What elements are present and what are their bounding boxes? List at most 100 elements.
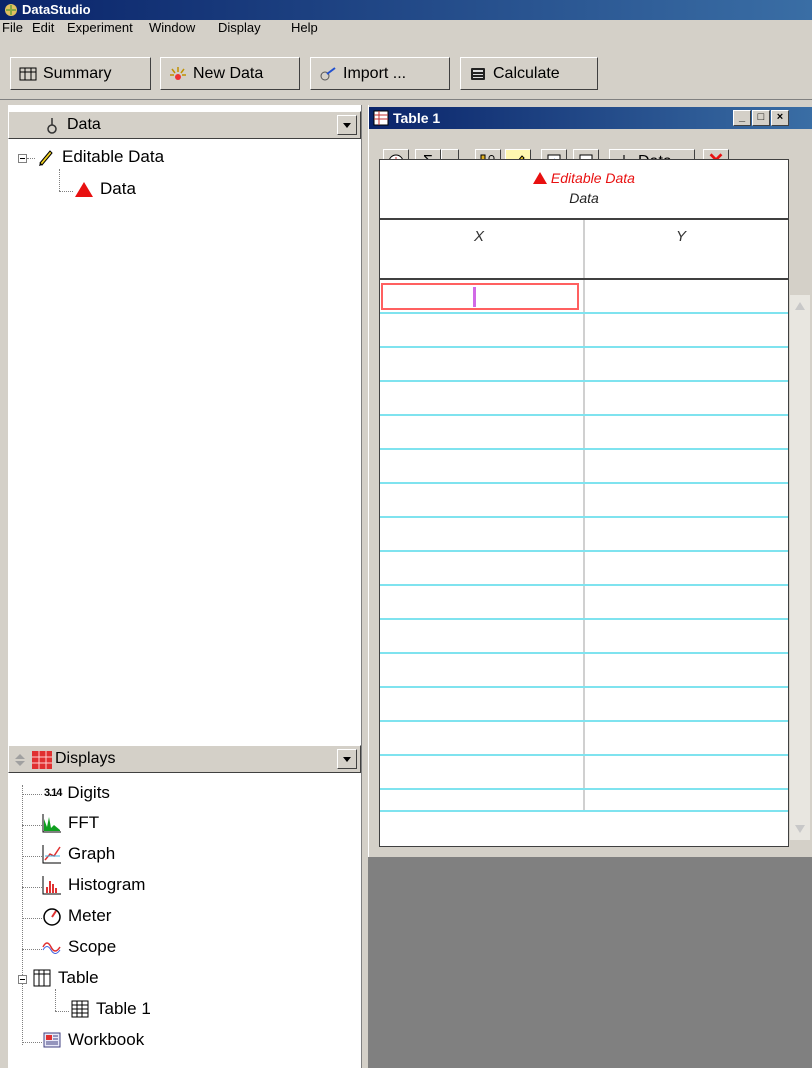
table-rows — [380, 280, 788, 846]
display-item-scope[interactable]: Scope — [42, 937, 116, 957]
table-row[interactable] — [380, 450, 788, 484]
display-item-table-1[interactable]: Table 1 — [70, 999, 151, 1019]
left-panel: Data Editable Data Data Displays 3.14 Di… — [8, 105, 362, 1068]
pencil-icon — [39, 150, 53, 166]
meter-icon — [43, 908, 61, 926]
menu-window[interactable]: Window — [149, 20, 195, 35]
display-item-label: Table — [58, 968, 99, 987]
display-item-meter[interactable]: Meter — [42, 906, 111, 926]
menu-file[interactable]: File — [2, 20, 23, 35]
vertical-scrollbar[interactable] — [790, 295, 810, 840]
collapse-icon[interactable] — [18, 975, 27, 984]
table-row[interactable] — [380, 552, 788, 586]
column-header-y[interactable]: Y — [676, 228, 686, 245]
table-row[interactable] — [380, 518, 788, 552]
histogram-icon — [42, 876, 61, 895]
display-item-table[interactable]: Table — [32, 968, 99, 988]
display-item-label: Graph — [68, 844, 116, 863]
table-row[interactable] — [380, 790, 788, 812]
table-row[interactable] — [380, 416, 788, 450]
menu-edit[interactable]: Edit — [32, 20, 54, 35]
data-tree: Editable Data Data — [8, 145, 361, 225]
data-panel-header[interactable]: Data — [8, 111, 361, 139]
tree-item-data[interactable]: Data — [74, 179, 136, 199]
app-title-bar[interactable]: DataStudio — [0, 0, 812, 20]
scroll-down-arrow-icon[interactable] — [794, 824, 806, 834]
table-window-title-bar[interactable]: Table 1 _ □ × — [369, 107, 812, 129]
table-window-icon — [373, 110, 389, 126]
new-data-label: New Data — [193, 64, 264, 82]
displays-tree: 3.14 Digits FFT Graph Histogram Meter Sc… — [8, 779, 361, 1068]
calculate-button[interactable]: Calculate — [460, 57, 598, 90]
maximize-button[interactable]: □ — [752, 110, 770, 126]
calculate-label: Calculate — [493, 64, 560, 82]
displays-panel-header[interactable]: Displays — [8, 745, 361, 773]
datastudio-logo-icon — [5, 4, 17, 16]
new-data-button[interactable]: New Data — [160, 57, 300, 90]
table-row[interactable] — [380, 586, 788, 620]
close-window-button[interactable]: × — [771, 110, 789, 126]
table-icon — [33, 969, 51, 987]
table-source-header: Editable Data Data — [380, 160, 788, 220]
display-item-digits[interactable]: 3.14 Digits — [44, 783, 110, 803]
table-row[interactable] — [380, 620, 788, 654]
table-row[interactable] — [380, 484, 788, 518]
table-row[interactable] — [380, 722, 788, 756]
display-item-workbook[interactable]: Workbook — [42, 1030, 144, 1050]
table-icon — [71, 1000, 89, 1018]
table-window: Table 1 _ □ × Σ ▼ Data ▼ — [368, 105, 812, 857]
workspace-background — [368, 857, 812, 1068]
import-icon — [320, 66, 336, 80]
summary-icon — [19, 67, 37, 80]
graph-icon — [42, 845, 61, 864]
display-item-label: FFT — [68, 813, 100, 832]
table-row[interactable] — [380, 688, 788, 722]
table-row[interactable] — [380, 314, 788, 348]
selected-cell-input[interactable] — [381, 283, 579, 310]
tree-item-label: Editable Data — [62, 147, 165, 166]
collapse-arrows-icon — [15, 754, 25, 766]
displays-panel-title: Displays — [55, 750, 116, 767]
fft-icon — [42, 814, 61, 833]
column-headers: X Y — [380, 220, 788, 280]
table-row[interactable] — [380, 756, 788, 790]
summary-label: Summary — [43, 64, 112, 82]
display-item-fft[interactable]: FFT — [42, 813, 99, 833]
tree-item-editable-data[interactable]: Editable Data — [36, 147, 164, 167]
calculator-icon — [471, 67, 485, 80]
scope-icon — [42, 942, 61, 954]
workbook-icon — [43, 1032, 61, 1048]
menu-help[interactable]: Help — [291, 20, 318, 35]
red-triangle-icon — [533, 172, 548, 184]
data-source-icon — [47, 118, 57, 134]
minimize-button[interactable]: _ — [733, 110, 751, 126]
source-name-row: Editable Data — [380, 170, 788, 186]
source-subtitle: Data — [569, 190, 599, 206]
table-row[interactable] — [380, 348, 788, 382]
red-triangle-icon — [75, 182, 93, 197]
data-panel-dropdown-arrow[interactable] — [337, 115, 357, 135]
display-item-label: Workbook — [68, 1030, 145, 1049]
summary-button[interactable]: Summary — [10, 57, 151, 90]
table-row[interactable] — [380, 654, 788, 688]
collapse-icon[interactable] — [18, 154, 27, 163]
tree-item-label: Data — [100, 179, 136, 198]
display-item-histogram[interactable]: Histogram — [42, 875, 145, 895]
column-header-x[interactable]: X — [474, 228, 484, 245]
scroll-up-arrow-icon[interactable] — [794, 301, 806, 311]
display-item-graph[interactable]: Graph — [42, 844, 115, 864]
menu-bar: File Edit Experiment Window Display Help — [0, 20, 812, 37]
displays-panel-dropdown-arrow[interactable] — [337, 749, 357, 769]
menu-experiment[interactable]: Experiment — [67, 20, 133, 35]
display-item-label: Histogram — [68, 875, 146, 894]
table-row[interactable] — [380, 382, 788, 416]
import-label: Import ... — [343, 64, 407, 82]
menu-display[interactable]: Display — [218, 20, 261, 35]
digits-icon: 3.14 — [44, 787, 62, 799]
display-item-label: Table 1 — [96, 999, 151, 1018]
display-item-label: Meter — [68, 906, 112, 925]
import-button[interactable]: Import ... — [310, 57, 450, 90]
display-item-label: Digits — [67, 783, 110, 802]
table-window-title: Table 1 — [393, 110, 441, 126]
table-row[interactable] — [380, 280, 788, 314]
